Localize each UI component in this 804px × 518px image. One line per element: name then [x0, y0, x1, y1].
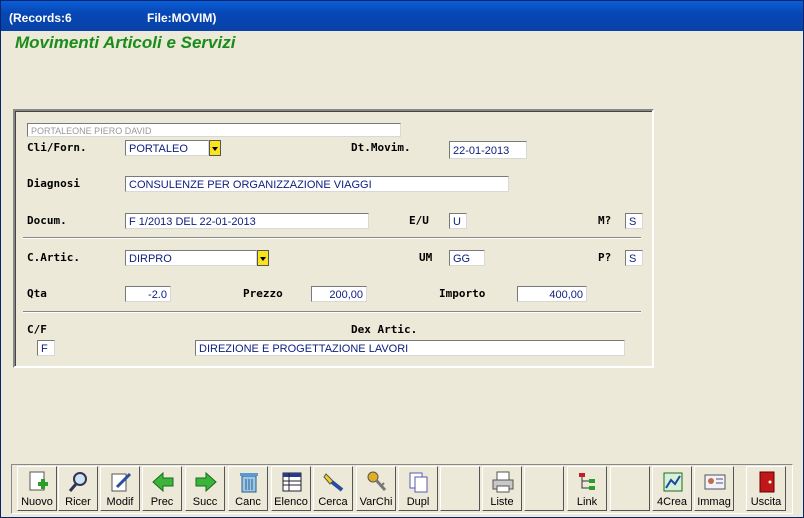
- modif-button[interactable]: Modif: [100, 466, 140, 511]
- exit-door-icon: [759, 471, 775, 493]
- dt-movim-field[interactable]: 22-01-2013: [449, 141, 527, 159]
- empty-button[interactable]: [524, 466, 564, 511]
- page-title: Movimenti Articoli e Servizi: [15, 33, 236, 52]
- link-label: Link: [576, 496, 598, 508]
- title-bar: (Records:6 File:MOVIM): [1, 1, 803, 31]
- nuovo-button[interactable]: Nuovo: [17, 466, 57, 511]
- magnifier-icon: [68, 472, 87, 492]
- table-list-icon: [282, 472, 302, 492]
- cli-forn-select[interactable]: PORTALEO: [125, 140, 209, 156]
- eu-field[interactable]: U: [449, 213, 467, 229]
- dt-movim-label: Dt.Movim.: [351, 141, 411, 154]
- diagnosi-label: Diagnosi: [27, 177, 80, 190]
- prezzo-label: Prezzo: [243, 287, 283, 300]
- um-field[interactable]: GG: [449, 250, 485, 266]
- canc-button[interactable]: Canc: [228, 466, 268, 511]
- cf-field[interactable]: F: [37, 340, 55, 356]
- m-label: M?: [598, 214, 612, 227]
- crea4-label: 4Crea: [657, 496, 687, 508]
- qta-field[interactable]: -2.0: [125, 286, 171, 302]
- ricer-label: Ricer: [65, 496, 91, 508]
- duplicate-icon: [409, 472, 428, 493]
- succ-label: Succ: [192, 496, 218, 508]
- dupl-label: Dupl: [406, 496, 430, 508]
- cli-forn-label: Cli/Forn.: [27, 141, 87, 154]
- varchi-button[interactable]: VarChi: [356, 466, 396, 511]
- modif-label: Modif: [106, 496, 134, 508]
- c-artic-select[interactable]: DIRPRO: [125, 250, 257, 266]
- varchi-label: VarChi: [359, 496, 393, 508]
- c-artic-dropdown-icon[interactable]: [257, 250, 269, 266]
- p-field[interactable]: S: [625, 250, 643, 266]
- cli-forn-dropdown-icon[interactable]: [209, 140, 221, 156]
- liste-label: Liste: [490, 496, 514, 508]
- nuovo-label: Nuovo: [21, 496, 53, 508]
- p-label: P?: [598, 251, 612, 264]
- uscita-label: Uscita: [750, 496, 782, 508]
- keys-icon: [367, 471, 387, 492]
- file-name: File:MOVIM): [147, 11, 217, 25]
- app-window: (Records:6 File:MOVIM) Movimenti Articol…: [0, 0, 804, 518]
- empty-button[interactable]: [610, 466, 650, 511]
- cerca-label: Cerca: [318, 496, 348, 508]
- m-field[interactable]: S: [625, 213, 643, 229]
- qta-label: Qta: [27, 287, 47, 300]
- arrow-right-icon: [195, 471, 217, 493]
- immag-label: Immag: [697, 496, 731, 508]
- tree-link-icon: [579, 473, 595, 490]
- um-label: UM: [419, 251, 433, 264]
- importo-label: Importo: [439, 287, 486, 300]
- elenco-button[interactable]: Elenco: [271, 466, 311, 511]
- divider: [23, 237, 641, 239]
- ricer-button[interactable]: Ricer: [58, 466, 98, 511]
- customer-name-field: PORTALEONE PIERO DAVID: [27, 123, 401, 137]
- eu-label: E/U: [409, 214, 429, 227]
- divider: [23, 311, 641, 313]
- importo-field[interactable]: 400,00: [517, 286, 587, 302]
- prec-button[interactable]: Prec: [142, 466, 182, 511]
- c-artic-label: C.Artic.: [27, 251, 80, 264]
- arrow-left-icon: [152, 471, 174, 493]
- trash-icon: [240, 473, 258, 493]
- empty-button[interactable]: [440, 466, 480, 511]
- dex-artic-field[interactable]: DIREZIONE E PROGETTAZIONE LAVORI: [195, 340, 625, 356]
- prec-label: Prec: [150, 496, 174, 508]
- immag-button[interactable]: Immag: [694, 466, 734, 511]
- link-button[interactable]: Link: [567, 466, 607, 511]
- canc-label: Canc: [235, 496, 261, 508]
- records-count: (Records:6: [9, 11, 72, 25]
- printer-icon: [492, 471, 514, 493]
- diagnosi-field[interactable]: CONSULENZE PER ORGANIZZAZIONE VIAGGI: [125, 176, 509, 192]
- flashlight-icon: [323, 473, 344, 492]
- new-document-icon: [29, 471, 48, 491]
- cf-label: C/F: [27, 323, 47, 336]
- id-card-icon: [704, 474, 726, 490]
- succ-button[interactable]: Succ: [185, 466, 225, 511]
- uscita-button[interactable]: Uscita: [746, 466, 786, 511]
- dex-artic-label: Dex Artic.: [351, 323, 418, 336]
- liste-button[interactable]: Liste: [482, 466, 522, 511]
- cerca-button[interactable]: Cerca: [313, 466, 353, 511]
- elenco-label: Elenco: [274, 496, 308, 508]
- chart-icon: [663, 472, 683, 492]
- docum-field[interactable]: F 1/2013 DEL 22-01-2013: [125, 213, 369, 229]
- dupl-button[interactable]: Dupl: [398, 466, 438, 511]
- edit-document-icon: [111, 472, 132, 492]
- docum-label: Docum.: [27, 214, 67, 227]
- prezzo-field[interactable]: 200,00: [311, 286, 367, 302]
- crea4-button[interactable]: 4Crea: [652, 466, 692, 511]
